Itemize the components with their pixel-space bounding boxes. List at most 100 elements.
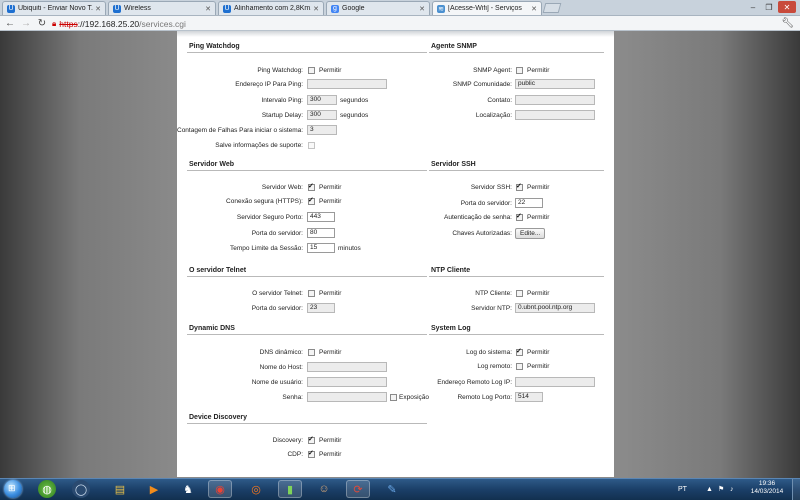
ntp-server-input[interactable]: 0.ubnt.pool.ntp.org [515,303,595,313]
firefox-icon[interactable]: ◎ [244,480,268,498]
ddns-password-input[interactable] [307,392,387,402]
ntp-client-checkbox[interactable] [516,290,523,297]
tab-alinhamento[interactable]: U Alinhamento com 2,8Km... ✕ [218,1,324,15]
startup-delay-input[interactable]: 300 [307,110,337,120]
discovery-checkbox[interactable] [308,437,315,444]
tab-label: Ubiquiti - Enviar Novo T... [18,5,94,12]
insecure-lock-icon: 🔒︎ [52,18,57,28]
folder-icon[interactable]: ▤ [108,480,132,498]
chrome-icon[interactable]: ◉ [208,480,232,498]
telnet-server-checkbox[interactable] [308,290,315,297]
app-icon-green[interactable]: ◍ [38,480,56,498]
telnet-port-input[interactable]: 23 [307,303,335,313]
ssh-port-input[interactable]: 22 [515,198,543,208]
close-icon[interactable]: ✕ [531,5,537,13]
wifi-icon: ≋ [437,4,445,13]
session-timeout-unit: minutos [338,245,361,252]
ddns-password-label: Senha: [282,394,303,401]
tab-ubiquiti[interactable]: U Ubiquiti - Enviar Novo T... ✕ [2,1,106,15]
snmp-community-input[interactable]: public [515,79,595,89]
remote-log-permit: Permitir [527,363,550,370]
show-desktop-button[interactable] [792,479,800,500]
divider [187,170,427,171]
cdp-permit: Permitir [319,451,342,458]
ssh-server-checkbox[interactable] [516,184,523,191]
ddns-host-input[interactable] [307,362,387,372]
divider [187,334,427,335]
url-protocol: https [59,18,78,29]
media-player-icon[interactable]: ▶ [142,480,166,498]
section-title-web: Servidor Web [189,161,234,168]
app-icon-figure[interactable]: ♞ [176,480,200,498]
ddns-user-input[interactable] [307,377,387,387]
language-indicator[interactable]: PT [678,480,687,498]
remote-log-checkbox[interactable] [516,363,523,370]
snmp-location-input[interactable] [515,110,595,120]
clock[interactable]: 19:36 14/03/2014 [745,480,789,496]
ping-ip-input[interactable] [307,79,387,89]
close-icon[interactable]: ✕ [419,5,425,13]
syslog-checkbox[interactable] [516,349,523,356]
app-icon-chart[interactable]: ▮ [278,480,302,498]
tray-flag-icon[interactable]: ⚑ [718,480,724,498]
tab-wireless[interactable]: U Wireless ✕ [108,1,216,15]
restore-icon[interactable]: ❐ [762,1,776,13]
address-bar[interactable]: 🔒︎ https ://192.168.25.20 /services.cgi [52,18,767,29]
ping-interval-input[interactable]: 300 [307,95,337,105]
show-password-checkbox[interactable] [390,394,397,401]
start-button[interactable]: ⊞ [4,480,22,498]
cdp-label: CDP: [287,451,303,458]
tray-volume-icon[interactable]: ♪ [730,480,734,498]
section-title-ddns: Dynamic DNS [189,325,235,332]
edit-keys-button[interactable]: Edite... [515,228,546,239]
tab-google[interactable]: g Google ✕ [326,1,430,15]
window-close-icon[interactable]: ✕ [778,1,796,13]
discovery-permit: Permitir [319,437,342,444]
reload-icon[interactable]: ↻ [36,17,48,29]
app-icon-red[interactable]: ⟳ [346,480,370,498]
forward-icon[interactable]: → [20,17,32,29]
support-info-label: Salve informações de suporte: [215,142,303,149]
fail-count-input[interactable]: 3 [307,125,337,135]
close-icon[interactable]: ✕ [205,5,211,13]
discovery-label: Discovery: [272,437,303,444]
tray-up-arrow-icon[interactable]: ▲ [706,480,713,498]
tab-strip: U Ubiquiti - Enviar Novo T... ✕ U Wirele… [0,0,800,16]
web-port-input[interactable]: 80 [307,228,335,238]
back-icon[interactable]: ← [4,17,16,29]
app-icon-paint[interactable]: ✎ [380,480,404,498]
close-icon[interactable]: ✕ [95,5,101,13]
snmp-location-label: Localização: [475,112,512,119]
https-checkbox[interactable] [308,198,315,205]
ntp-client-permit: Permitir [527,290,550,297]
wrench-icon[interactable]: 🔧︎ [781,18,794,29]
startup-delay-label: Startup Delay: [261,112,303,119]
divider [429,52,604,53]
snmp-contact-input[interactable] [515,95,595,105]
page-top-shadow [177,31,614,37]
tab-acesse-wifi[interactable]: ≋ [Acesse-Wifi] - Serviços ✕ [432,1,542,15]
session-timeout-input[interactable]: 15 [307,243,335,253]
cdp-checkbox[interactable] [308,451,315,458]
tab-label: Google [342,5,365,12]
ddns-checkbox[interactable] [308,349,315,356]
new-tab-button[interactable] [542,3,562,13]
ssh-port-label: Porta do servidor: [460,200,512,207]
web-server-label: Servidor Web: [261,184,303,191]
remote-log-port-input[interactable]: 514 [515,392,543,402]
telnet-server-label: O servidor Telnet: [252,290,303,297]
snmp-agent-checkbox[interactable] [516,67,523,74]
close-icon[interactable]: ✕ [313,5,319,13]
telnet-server-permit: Permitir [319,290,342,297]
https-label: Conexão segura (HTTPS): [226,198,303,205]
app-icon-portrait[interactable]: ☺ [312,480,336,498]
app-icon-circle[interactable]: ◯ [72,480,90,498]
support-info-checkbox[interactable] [308,142,315,149]
ssh-auth-checkbox[interactable] [516,214,523,221]
secure-port-input[interactable]: 443 [307,212,335,222]
ping-watchdog-checkbox[interactable] [308,67,315,74]
remote-log-ip-input[interactable] [515,377,595,387]
minimize-icon[interactable]: – [746,1,760,13]
ping-watchdog-permit: Permitir [319,67,342,74]
web-server-checkbox[interactable] [308,184,315,191]
